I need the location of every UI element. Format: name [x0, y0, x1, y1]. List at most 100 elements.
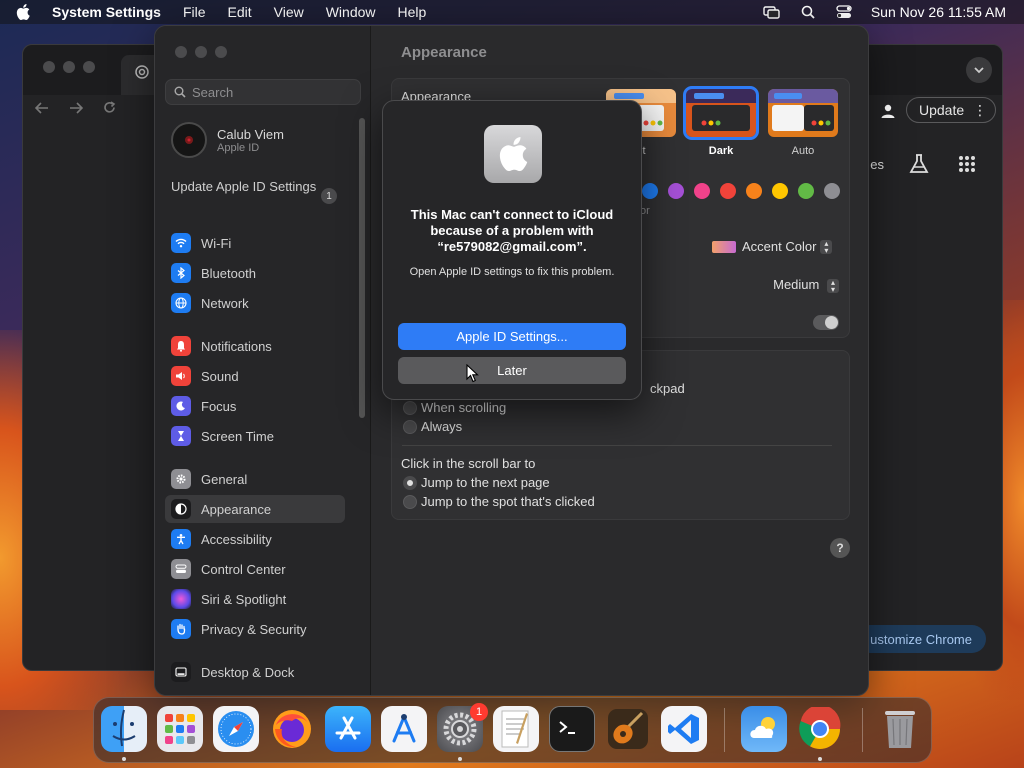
menu-app-name[interactable]: System Settings [52, 4, 161, 20]
always-label: Always [421, 419, 463, 434]
menu-window[interactable]: Window [326, 4, 376, 20]
sidebar-item-label: Wi-Fi [201, 235, 232, 251]
apple-id-account[interactable]: Calub Viem Apple ID [171, 120, 361, 160]
dock-separator [724, 708, 725, 752]
sidebar-item-bluetooth[interactable]: Bluetooth [165, 259, 345, 287]
sidebar-scrollbar[interactable] [359, 118, 365, 418]
dock-launchpad[interactable] [157, 706, 203, 752]
help-button[interactable]: ? [830, 538, 850, 558]
back-arrow-icon[interactable] [34, 101, 49, 119]
radio-always[interactable] [403, 420, 417, 434]
dialog-title: This Mac can't connect to iCloud because… [410, 207, 614, 254]
sidebar-item-label: Privacy & Security [201, 621, 307, 637]
menu-view[interactable]: View [274, 4, 304, 20]
accent-color-graphite[interactable] [824, 183, 840, 199]
sidebar-icon-size-control[interactable]: Medium ▴ ▾ [773, 277, 839, 293]
moon-icon [171, 396, 191, 416]
accent-color-blue[interactable] [642, 183, 658, 199]
chrome-minimize-button[interactable] [63, 61, 75, 73]
dock-finder[interactable] [101, 706, 147, 752]
sidebar-item-general[interactable]: General [165, 465, 345, 493]
customize-chrome-button[interactable]: ustomize Chrome [856, 625, 986, 653]
sidebar-item-network[interactable]: Network [165, 289, 345, 317]
appearance-dark-option[interactable] [683, 86, 759, 140]
settings-minimize-button[interactable] [195, 46, 207, 58]
sidebar-item-desktop-dock[interactable]: Desktop & Dock [165, 658, 345, 686]
sidebar-item-notifications[interactable]: Notifications [165, 332, 345, 360]
dock-weather[interactable] [741, 706, 787, 752]
labs-flask-icon[interactable] [908, 153, 930, 180]
reload-icon[interactable] [103, 101, 116, 119]
finder-icon [112, 709, 136, 747]
chrome-update-button[interactable]: Update ⋮ [906, 97, 996, 123]
radio-jump-next-page[interactable] [403, 476, 417, 490]
dock-terminal[interactable] [549, 706, 595, 752]
sidebar-item-privacy-security[interactable]: Privacy & Security [165, 615, 345, 643]
instruments-icon [392, 714, 416, 743]
sidebar-item-label: General [201, 471, 248, 487]
accent-color-yellow[interactable] [772, 183, 788, 199]
sidebar-item-focus[interactable]: Focus [165, 392, 345, 420]
chrome-partial-link[interactable]: es [870, 157, 884, 172]
sidebar-item-control-center[interactable]: Control Center [165, 555, 345, 583]
screen-mirroring-icon[interactable] [763, 5, 781, 19]
dock-firefox[interactable] [269, 706, 315, 752]
apple-menu-icon[interactable] [16, 4, 38, 20]
settings-notification-badge: 1 [470, 703, 488, 721]
settings-close-button[interactable] [175, 46, 187, 58]
later-button[interactable]: Later [398, 357, 626, 384]
radio-jump-to-spot[interactable] [403, 495, 417, 509]
forward-arrow-icon[interactable] [69, 101, 84, 119]
wallpaper-tinting-toggle[interactable] [813, 315, 839, 330]
google-apps-icon[interactable] [958, 155, 976, 178]
dock-textedit[interactable] [493, 706, 539, 752]
when-scrolling-label: When scrolling [421, 400, 507, 415]
sidebar-item-appearance[interactable]: Appearance [165, 495, 345, 523]
dock-instruments[interactable] [381, 706, 427, 752]
sidebar-item-screen-time[interactable]: Screen Time [165, 422, 345, 450]
accent-color-purple[interactable] [668, 183, 684, 199]
accent-color-green[interactable] [798, 183, 814, 199]
menu-help[interactable]: Help [398, 4, 427, 20]
chrome-tab-icon [135, 65, 149, 79]
dock-safari[interactable] [213, 706, 259, 752]
highlight-color-control[interactable]: Accent Color ▴ ▾ [712, 239, 833, 254]
accent-color-pink[interactable] [694, 183, 710, 199]
apple-id-settings-button[interactable]: Apple ID Settings... [398, 323, 626, 350]
launchpad-icon [165, 714, 195, 744]
chrome-zoom-button[interactable] [83, 61, 95, 73]
spotlight-search-icon[interactable] [799, 5, 817, 19]
settings-zoom-button[interactable] [215, 46, 227, 58]
sidebar-item-accessibility[interactable]: Accessibility [165, 525, 345, 553]
dock-trash[interactable] [877, 706, 923, 752]
sidebar-item-sound[interactable]: Sound [165, 362, 345, 390]
dock-vscode[interactable] [661, 706, 707, 752]
dock-icon [171, 662, 191, 682]
dock-garageband[interactable] [605, 706, 651, 752]
vscode-icon [668, 714, 699, 744]
appearance-auto-option[interactable] [768, 89, 838, 137]
chrome-close-button[interactable] [43, 61, 55, 73]
profile-icon[interactable] [880, 103, 896, 124]
dock-chrome[interactable] [797, 706, 843, 752]
menu-clock[interactable]: Sun Nov 26 11:55 AM [871, 4, 1006, 20]
account-subtitle: Apple ID [217, 141, 260, 154]
accent-color-orange[interactable] [746, 183, 762, 199]
update-apple-id-settings[interactable]: Update Apple ID Settings [171, 179, 321, 195]
accent-color-red[interactable] [720, 183, 736, 199]
search-field[interactable]: Search [165, 79, 361, 105]
sidebar-item-label: Control Center [201, 561, 286, 577]
sidebar-item-siri-spotlight[interactable]: Siri & Spotlight [165, 585, 345, 613]
sidebar-item-label: Network [201, 295, 249, 311]
wifi-icon [171, 233, 191, 253]
dock-app-store[interactable] [325, 706, 371, 752]
running-indicator [122, 757, 126, 761]
sidebar-item-wifi[interactable]: Wi-Fi [165, 229, 345, 257]
sidebar-item-label: Bluetooth [201, 265, 256, 281]
menu-edit[interactable]: Edit [228, 4, 252, 20]
gear-icon [171, 469, 191, 489]
control-center-icon[interactable] [835, 5, 853, 19]
menu-file[interactable]: File [183, 4, 206, 20]
chrome-tab-search-button[interactable] [966, 57, 992, 83]
radio-when-scrolling[interactable] [403, 401, 417, 415]
